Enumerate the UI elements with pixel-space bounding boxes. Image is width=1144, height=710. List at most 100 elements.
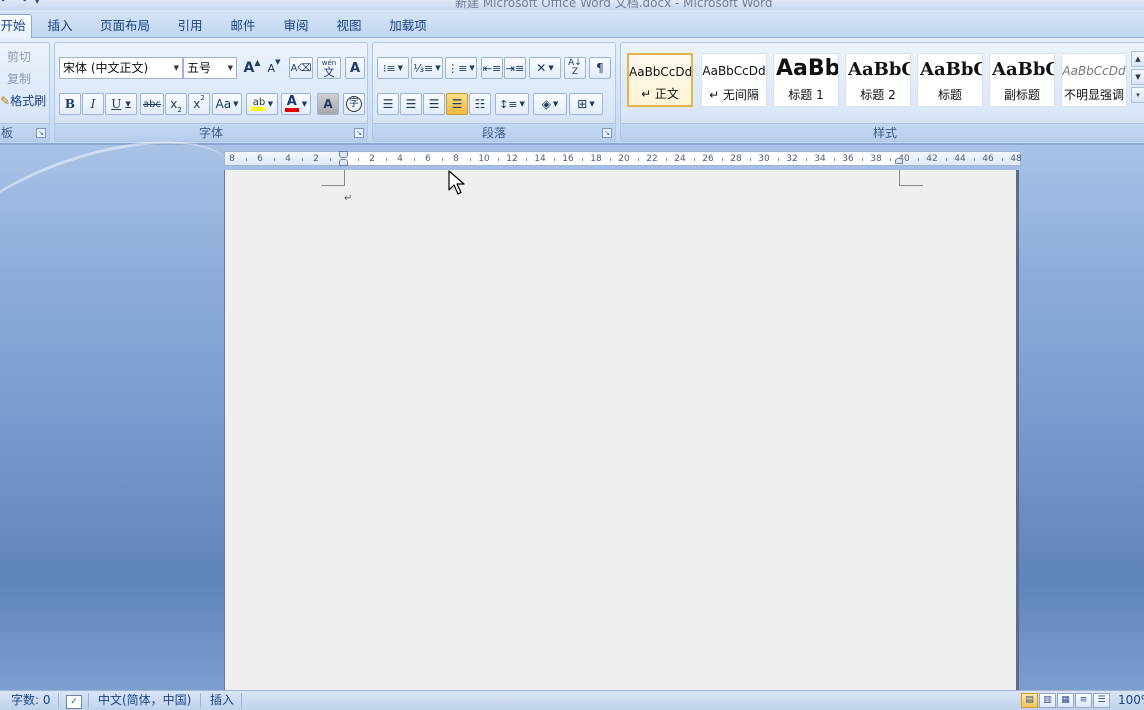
style-subtitle[interactable]: AaBbC 副标题: [989, 53, 1055, 107]
format-painter-button[interactable]: ✎格式刷: [0, 91, 46, 111]
ruler-tick-label: 6: [425, 154, 431, 164]
style-title[interactable]: AaBbC 标题: [917, 53, 983, 107]
shading-button[interactable]: ◈ ▼: [533, 93, 567, 115]
font-name-combo[interactable]: 宋体 (中文正文) ▼: [59, 57, 183, 79]
distributed-button[interactable]: ☷: [469, 93, 491, 115]
tab-page-layout[interactable]: 页面布局: [97, 16, 153, 38]
increase-indent-button[interactable]: ⇥≡: [504, 57, 526, 79]
change-case-button[interactable]: Aa ▼: [212, 93, 242, 115]
ruler-tick-label: 16: [562, 154, 574, 164]
ruler-tick-label: 14: [534, 154, 546, 164]
clear-formatting-button[interactable]: A⌫: [289, 57, 313, 79]
multilevel-list-button[interactable]: ⋮≡ ▼: [445, 57, 477, 79]
numbering-button[interactable]: ⅓≡ ▼: [411, 57, 443, 79]
word-count[interactable]: 字数: 0: [11, 691, 51, 710]
strikethrough-button[interactable]: abc: [140, 93, 164, 115]
paragraph-dialog-launcher-icon[interactable]: ↘: [602, 128, 612, 138]
ruler-tick-label: 36: [842, 154, 854, 164]
font-dialog-launcher-icon[interactable]: ↘: [354, 128, 364, 138]
underline-button[interactable]: U ▼: [105, 93, 137, 115]
align-center-button[interactable]: ☰: [400, 93, 422, 115]
ruler-minor-tick: [918, 158, 919, 161]
undo-icon[interactable]: ↶: [0, 0, 11, 8]
bold-button[interactable]: B: [59, 93, 81, 115]
title-bar: ↶ ↷ ▾ 新建 Microsoft Office Word 文档.docx -…: [0, 0, 1144, 10]
phonetic-guide-button[interactable]: wén 文: [317, 57, 341, 79]
ruler-tick-label: 48: [1010, 154, 1022, 164]
paragraph-group-label: 段落: [373, 123, 615, 141]
font-size-combo[interactable]: 五号 ▼: [183, 57, 237, 79]
superscript-button[interactable]: x2: [188, 93, 210, 115]
font-color-button[interactable]: A ▼: [281, 93, 311, 115]
document-page[interactable]: ↵: [224, 170, 1019, 690]
tab-references[interactable]: 引用: [174, 16, 206, 38]
redo-icon[interactable]: ↷: [17, 0, 28, 8]
style-heading-1[interactable]: AaBb 标题 1: [773, 53, 839, 107]
style-normal[interactable]: AaBbCcDd ↵ 正文: [627, 53, 693, 107]
style-no-spacing[interactable]: AaBbCcDd ↵ 无间隔: [701, 53, 767, 107]
bullets-button[interactable]: ⁝≡ ▼: [377, 57, 409, 79]
tab-review[interactable]: 审阅: [280, 16, 312, 38]
grow-font-button[interactable]: A ▲: [242, 57, 262, 79]
language-indicator[interactable]: 中文(简体，中国): [98, 691, 191, 710]
highlighter-icon: ab: [250, 97, 265, 111]
print-layout-view-icon[interactable]: ▤: [1021, 693, 1038, 708]
cut-button[interactable]: 剪切: [7, 47, 31, 67]
align-right-icon: ☰: [428, 97, 440, 111]
justify-button[interactable]: ☰: [446, 93, 468, 115]
tab-view[interactable]: 视图: [333, 16, 365, 38]
asian-layout-button[interactable]: ✕ ▼: [529, 57, 561, 79]
styles-more-icon[interactable]: ▾: [1131, 87, 1144, 103]
align-left-button[interactable]: ☰: [377, 93, 399, 115]
character-shading-button[interactable]: A: [317, 93, 339, 115]
chevron-down-icon: ▼: [552, 100, 559, 108]
top-right-margin-corner: [899, 170, 923, 186]
ruler-minor-tick: [470, 158, 471, 161]
hanging-indent-marker[interactable]: [339, 159, 348, 166]
right-indent-marker[interactable]: [895, 158, 903, 164]
tab-insert[interactable]: 插入: [44, 16, 76, 38]
borders-button[interactable]: ⊞ ▼: [569, 93, 603, 115]
justify-icon: ☰: [451, 97, 463, 111]
customize-qat-icon[interactable]: ▾: [34, 0, 41, 8]
character-border-button[interactable]: A: [345, 57, 365, 79]
draft-view-icon[interactable]: ☰: [1093, 693, 1110, 708]
show-marks-button[interactable]: ¶: [589, 57, 611, 79]
tab-mailings[interactable]: 邮件: [227, 16, 259, 38]
enclose-characters-button[interactable]: 字: [343, 93, 365, 115]
copy-button[interactable]: 复制: [7, 69, 31, 89]
ruler-minor-tick: [890, 158, 891, 161]
styles-scroll-down-icon[interactable]: ▼: [1131, 69, 1144, 85]
italic-button[interactable]: I: [82, 93, 104, 115]
full-screen-reading-view-icon[interactable]: ▥: [1039, 693, 1056, 708]
proofing-icon[interactable]: ✓: [66, 691, 82, 710]
align-right-button[interactable]: ☰: [423, 93, 445, 115]
tab-home[interactable]: 开始: [0, 14, 32, 39]
font-group: 宋体 (中文正文) ▼ 五号 ▼ A ▲ A ▼ A⌫ wén 文 A B I U ▼ ab…: [54, 42, 368, 142]
shrink-font-button[interactable]: A ▼: [264, 57, 284, 79]
ruler-minor-tick: [666, 158, 667, 161]
arrow-down-icon: ▼: [275, 58, 281, 66]
ruler-tick-label: 8: [453, 154, 459, 164]
styles-scroll-up-icon[interactable]: ▲: [1131, 51, 1144, 67]
outline-view-icon[interactable]: ≡: [1075, 693, 1092, 708]
web-layout-view-icon[interactable]: ▦: [1057, 693, 1074, 708]
first-line-indent-marker[interactable]: [339, 151, 348, 158]
ruler-minor-tick: [946, 158, 947, 161]
subscript-button[interactable]: x2: [165, 93, 187, 115]
zoom-level[interactable]: 100%: [1118, 691, 1144, 710]
clipboard-dialog-launcher-icon[interactable]: ↘: [36, 128, 46, 138]
highlight-button[interactable]: ab ▼: [246, 93, 278, 115]
format-painter-icon: ✎: [0, 94, 11, 108]
decrease-indent-button[interactable]: ⇤≡: [481, 57, 503, 79]
horizontal-ruler[interactable]: 8 6 4 2 2 4 6 8 10 12 14 16 18 20 22 24 26 28 30 32 34 36 38 40…: [224, 151, 1022, 166]
style-heading-2[interactable]: AaBbC 标题 2: [845, 53, 911, 107]
sort-button[interactable]: A↓ Z: [564, 57, 586, 79]
insert-mode-indicator[interactable]: 插入: [210, 691, 234, 710]
tab-add-ins[interactable]: 加载项: [386, 16, 430, 38]
ruler-minor-tick: [638, 158, 639, 161]
ruler-tick-label: 44: [954, 154, 966, 164]
style-subtle-emphasis[interactable]: AaBbCcDd 不明显强调: [1061, 53, 1127, 107]
ruler-tick-label: 32: [786, 154, 798, 164]
line-spacing-button[interactable]: ↕≡ ▼: [495, 93, 529, 115]
